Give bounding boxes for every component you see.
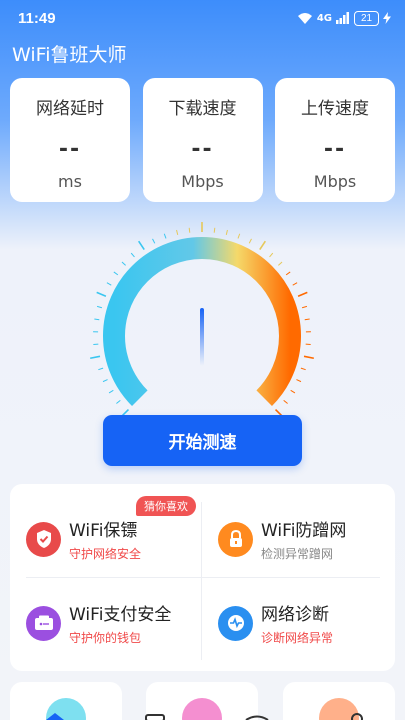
- metric-value: --: [323, 137, 347, 162]
- gauge-tick: [108, 389, 114, 394]
- gauge-tick: [269, 252, 274, 258]
- lock-icon: [218, 521, 253, 557]
- gauge-tick: [300, 367, 306, 371]
- gauge-tick: [283, 399, 288, 404]
- gauge-tick: [152, 238, 156, 244]
- status-bar: 11:49 4G 21: [0, 0, 405, 36]
- gauge-tick: [188, 227, 191, 233]
- charging-icon: [383, 12, 391, 24]
- metric-label: 上传速度: [301, 99, 369, 119]
- gauge-tick: [213, 227, 216, 233]
- app-title: WiFi鲁班大师: [12, 44, 127, 66]
- gauge-tick: [301, 305, 308, 309]
- features-panel: 猜你喜欢 WiFi保镖 守护网络安全 WiFi防蹭网 检测异常蹭网 WiFi支付…: [10, 484, 395, 671]
- diagnosis-icon: [218, 605, 253, 641]
- latency-card: 网络延时 -- ms: [10, 78, 130, 202]
- feature-subtitle: 守护网络安全: [69, 547, 142, 561]
- gauge-tick: [121, 261, 126, 266]
- feature-subtitle: 诊断网络异常: [261, 631, 334, 645]
- metrics-row: 网络延时 -- ms 下载速度 -- Mbps 上传速度 -- Mbps: [10, 78, 395, 202]
- gauge-tick: [94, 318, 100, 321]
- divider: [26, 577, 380, 578]
- shield-check-icon: [26, 521, 61, 557]
- metric-unit: Mbps: [313, 172, 357, 191]
- feature-title: WiFi支付安全: [69, 605, 172, 625]
- network-diagnosis-item[interactable]: 网络诊断 诊断网络异常: [218, 600, 333, 646]
- gauge-tick: [137, 240, 145, 250]
- gauge-tick: [163, 233, 167, 239]
- gauge-tick: [248, 238, 252, 244]
- status-time: 11:49: [18, 9, 56, 27]
- feature-subtitle: 守护你的钱包: [69, 631, 142, 645]
- gauge-tick: [176, 229, 179, 235]
- metric-label: 下载速度: [168, 99, 237, 119]
- feature-subtitle: 检测异常蹭网: [261, 547, 334, 561]
- metric-unit: ms: [58, 172, 82, 191]
- gauge-tick: [96, 291, 107, 297]
- network-type: 4G: [316, 12, 332, 24]
- gauge-tick: [259, 240, 267, 250]
- signal-icon: [336, 12, 349, 24]
- start-speed-test-button[interactable]: 开始测速: [103, 415, 302, 466]
- status-icons: 4G 21: [297, 10, 391, 26]
- upload-card: 上传速度 -- Mbps: [275, 78, 395, 202]
- feature-title: WiFi保镖: [69, 521, 138, 541]
- metric-value: --: [191, 137, 214, 162]
- discover-tab-icon: [245, 715, 269, 720]
- payment-security-item[interactable]: WiFi支付安全 守护你的钱包: [26, 600, 171, 646]
- anti-freeload-item[interactable]: WiFi防蹭网 检测异常蹭网: [218, 516, 346, 562]
- download-card: 下载速度 -- Mbps: [142, 78, 263, 202]
- wifi-guard-item[interactable]: WiFi保镖 守护网络安全: [26, 516, 141, 562]
- metric-value: --: [58, 137, 82, 162]
- gauge-tick: [96, 305, 103, 309]
- gauge-tick: [130, 252, 135, 258]
- gauge-tick: [278, 261, 283, 266]
- gauge-tick: [303, 355, 314, 360]
- gauge-tick: [113, 271, 119, 276]
- gauge-tick: [106, 282, 112, 286]
- gauge-tick: [292, 282, 298, 286]
- feature-title: WiFi防蹭网: [261, 521, 347, 541]
- bottom-tab-bar: [46, 713, 363, 720]
- gauge-tick: [102, 379, 108, 383]
- feature-title: 网络诊断: [261, 605, 329, 625]
- gauge-tick: [297, 291, 308, 297]
- divider: [201, 502, 202, 660]
- gauge-tick: [290, 389, 296, 394]
- home-tab-icon: [46, 713, 64, 720]
- gauge-tick: [285, 271, 291, 276]
- wifi-icon: [297, 12, 312, 24]
- gauge-tick: [225, 229, 228, 235]
- wallet-icon: [26, 605, 61, 641]
- metric-label: 网络延时: [36, 99, 104, 119]
- gauge-tick: [296, 379, 302, 383]
- recommend-tag: 猜你喜欢: [136, 496, 196, 516]
- battery-indicator: 21: [354, 10, 379, 26]
- speed-gauge: [90, 222, 314, 418]
- gauge-tick: [98, 367, 104, 371]
- profile-tab-icon: [351, 713, 363, 720]
- tools-tab-icon: [145, 714, 165, 720]
- gauge-tick: [116, 399, 121, 404]
- gauge-needle: [200, 308, 204, 366]
- gauge-tick: [237, 233, 241, 239]
- gauge-tick: [304, 318, 310, 321]
- metric-unit: Mbps: [181, 172, 224, 191]
- gauge-tick: [90, 355, 101, 360]
